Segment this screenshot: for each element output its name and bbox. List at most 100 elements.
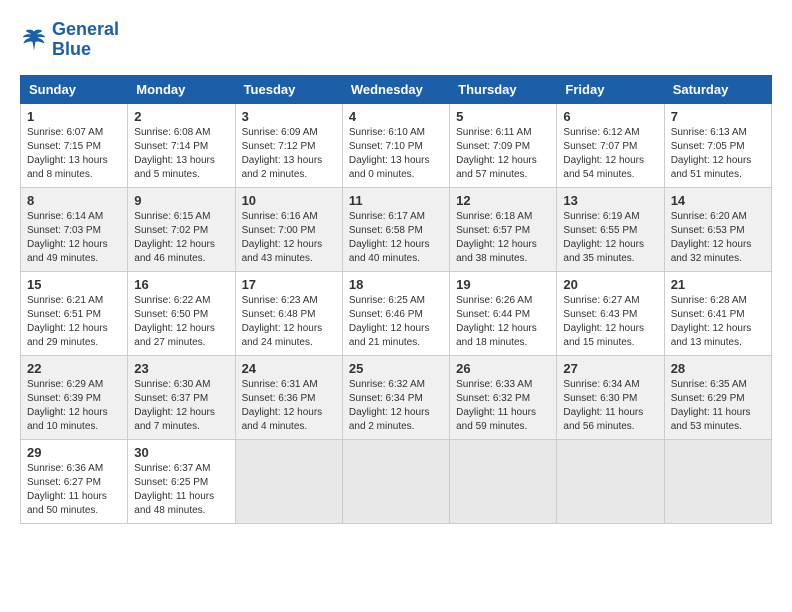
calendar-cell: 7 Sunrise: 6:13 AMSunset: 7:05 PMDaylight…: [664, 103, 771, 187]
calendar-cell: [235, 439, 342, 523]
day-number: 7: [671, 109, 765, 124]
day-number: 5: [456, 109, 550, 124]
calendar-cell: 15 Sunrise: 6:21 AMSunset: 6:51 PMDayligh…: [21, 271, 128, 355]
calendar-cell: 3Sunrise: 6:09 AMSunset: 7:12 PMDaylight…: [235, 103, 342, 187]
calendar-cell: 23 Sunrise: 6:30 AMSunset: 6:37 PMDayligh…: [128, 355, 235, 439]
weekday-header-monday: Monday: [128, 75, 235, 103]
day-number: 14: [671, 193, 765, 208]
week-row-3: 15 Sunrise: 6:21 AMSunset: 6:51 PMDayligh…: [21, 271, 772, 355]
day-number: 22: [27, 361, 121, 376]
day-info: Sunrise: 6:08 AMSunset: 7:14 PMDaylight:…: [134, 126, 228, 182]
calendar-cell: 30 Sunrise: 6:37 AMSunset: 6:25 PMDayligh…: [128, 439, 235, 523]
calendar-cell: 13 Sunrise: 6:19 AMSunset: 6:55 PMDayligh…: [557, 187, 664, 271]
week-row-5: 29 Sunrise: 6:36 AMSunset: 6:27 PMDayligh…: [21, 439, 772, 523]
day-number: 29: [27, 445, 121, 460]
day-info: Sunrise: 6:14 AMSunset: 7:03 PMDaylight:…: [27, 210, 121, 266]
day-number: 2: [134, 109, 228, 124]
day-info: Sunrise: 6:36 AMSunset: 6:27 PMDaylight:…: [27, 462, 121, 518]
day-info: Sunrise: 6:26 AMSunset: 6:44 PMDaylight:…: [456, 294, 550, 350]
day-info: Sunrise: 6:12 AMSunset: 7:07 PMDaylight:…: [563, 126, 657, 182]
day-number: 28: [671, 361, 765, 376]
day-info: Sunrise: 6:19 AMSunset: 6:55 PMDaylight:…: [563, 210, 657, 266]
calendar-cell: [450, 439, 557, 523]
calendar-cell: 11 Sunrise: 6:17 AMSunset: 6:58 PMDayligh…: [342, 187, 449, 271]
calendar-cell: 29 Sunrise: 6:36 AMSunset: 6:27 PMDayligh…: [21, 439, 128, 523]
logo-text: General Blue: [52, 20, 119, 60]
day-info: Sunrise: 6:11 AMSunset: 7:09 PMDaylight:…: [456, 126, 550, 182]
day-number: 4: [349, 109, 443, 124]
day-number: 16: [134, 277, 228, 292]
week-row-2: 8 Sunrise: 6:14 AMSunset: 7:03 PMDaylight…: [21, 187, 772, 271]
day-info: Sunrise: 6:21 AMSunset: 6:51 PMDaylight:…: [27, 294, 121, 350]
day-number: 20: [563, 277, 657, 292]
calendar-cell: 8 Sunrise: 6:14 AMSunset: 7:03 PMDaylight…: [21, 187, 128, 271]
calendar-cell: 2 Sunrise: 6:08 AMSunset: 7:14 PMDaylight…: [128, 103, 235, 187]
day-info: Sunrise: 6:37 AMSunset: 6:25 PMDaylight:…: [134, 462, 228, 518]
day-info: Sunrise: 6:13 AMSunset: 7:05 PMDaylight:…: [671, 126, 765, 182]
day-number: 15: [27, 277, 121, 292]
logo: General Blue: [20, 20, 119, 60]
day-info: Sunrise: 6:28 AMSunset: 6:41 PMDaylight:…: [671, 294, 765, 350]
week-row-4: 22 Sunrise: 6:29 AMSunset: 6:39 PMDayligh…: [21, 355, 772, 439]
day-info: Sunrise: 6:30 AMSunset: 6:37 PMDaylight:…: [134, 378, 228, 434]
day-number: 13: [563, 193, 657, 208]
day-number: 8: [27, 193, 121, 208]
day-number: 10: [242, 193, 336, 208]
day-info: Sunrise: 6:10 AMSunset: 7:10 PMDaylight:…: [349, 126, 443, 182]
day-number: 9: [134, 193, 228, 208]
day-number: 21: [671, 277, 765, 292]
calendar-cell: [557, 439, 664, 523]
week-row-1: 1Sunrise: 6:07 AMSunset: 7:15 PMDaylight…: [21, 103, 772, 187]
weekday-header-wednesday: Wednesday: [342, 75, 449, 103]
weekday-header-row: SundayMondayTuesdayWednesdayThursdayFrid…: [21, 75, 772, 103]
day-number: 19: [456, 277, 550, 292]
calendar-cell: 20 Sunrise: 6:27 AMSunset: 6:43 PMDayligh…: [557, 271, 664, 355]
header: General Blue: [20, 20, 772, 60]
calendar-cell: 4 Sunrise: 6:10 AMSunset: 7:10 PMDaylight…: [342, 103, 449, 187]
day-info: Sunrise: 6:15 AMSunset: 7:02 PMDaylight:…: [134, 210, 228, 266]
logo-icon: [20, 26, 48, 54]
day-number: 23: [134, 361, 228, 376]
day-info: Sunrise: 6:16 AMSunset: 7:00 PMDaylight:…: [242, 210, 336, 266]
calendar-cell: 5 Sunrise: 6:11 AMSunset: 7:09 PMDaylight…: [450, 103, 557, 187]
calendar-cell: 18Sunrise: 6:25 AMSunset: 6:46 PMDayligh…: [342, 271, 449, 355]
weekday-header-tuesday: Tuesday: [235, 75, 342, 103]
calendar-cell: 26 Sunrise: 6:33 AMSunset: 6:32 PMDayligh…: [450, 355, 557, 439]
day-info: Sunrise: 6:34 AMSunset: 6:30 PMDaylight:…: [563, 378, 657, 434]
weekday-header-saturday: Saturday: [664, 75, 771, 103]
day-info: Sunrise: 6:17 AMSunset: 6:58 PMDaylight:…: [349, 210, 443, 266]
calendar-cell: 6 Sunrise: 6:12 AMSunset: 7:07 PMDaylight…: [557, 103, 664, 187]
day-info: Sunrise: 6:18 AMSunset: 6:57 PMDaylight:…: [456, 210, 550, 266]
day-number: 11: [349, 193, 443, 208]
day-info: Sunrise: 6:07 AMSunset: 7:15 PMDaylight:…: [27, 126, 121, 182]
calendar-cell: 14 Sunrise: 6:20 AMSunset: 6:53 PMDayligh…: [664, 187, 771, 271]
day-info: Sunrise: 6:23 AMSunset: 6:48 PMDaylight:…: [242, 294, 336, 350]
weekday-header-friday: Friday: [557, 75, 664, 103]
day-info: Sunrise: 6:20 AMSunset: 6:53 PMDaylight:…: [671, 210, 765, 266]
calendar-cell: 19 Sunrise: 6:26 AMSunset: 6:44 PMDayligh…: [450, 271, 557, 355]
calendar-cell: 16 Sunrise: 6:22 AMSunset: 6:50 PMDayligh…: [128, 271, 235, 355]
calendar-cell: 10 Sunrise: 6:16 AMSunset: 7:00 PMDayligh…: [235, 187, 342, 271]
day-info: Sunrise: 6:33 AMSunset: 6:32 PMDaylight:…: [456, 378, 550, 434]
day-info: Sunrise: 6:35 AMSunset: 6:29 PMDaylight:…: [671, 378, 765, 434]
day-info: Sunrise: 6:25 AMSunset: 6:46 PMDaylight:…: [349, 294, 443, 350]
calendar-cell: 22 Sunrise: 6:29 AMSunset: 6:39 PMDayligh…: [21, 355, 128, 439]
day-info: Sunrise: 6:27 AMSunset: 6:43 PMDaylight:…: [563, 294, 657, 350]
day-info: Sunrise: 6:22 AMSunset: 6:50 PMDaylight:…: [134, 294, 228, 350]
day-info: Sunrise: 6:31 AMSunset: 6:36 PMDaylight:…: [242, 378, 336, 434]
calendar-cell: 28 Sunrise: 6:35 AMSunset: 6:29 PMDayligh…: [664, 355, 771, 439]
day-info: Sunrise: 6:09 AMSunset: 7:12 PMDaylight:…: [242, 126, 336, 182]
day-number: 17: [242, 277, 336, 292]
calendar-cell: 17 Sunrise: 6:23 AMSunset: 6:48 PMDayligh…: [235, 271, 342, 355]
day-info: Sunrise: 6:29 AMSunset: 6:39 PMDaylight:…: [27, 378, 121, 434]
day-number: 6: [563, 109, 657, 124]
day-number: 25: [349, 361, 443, 376]
calendar-cell: [342, 439, 449, 523]
day-number: 30: [134, 445, 228, 460]
day-number: 26: [456, 361, 550, 376]
weekday-header-thursday: Thursday: [450, 75, 557, 103]
weekday-header-sunday: Sunday: [21, 75, 128, 103]
calendar-cell: 25Sunrise: 6:32 AMSunset: 6:34 PMDayligh…: [342, 355, 449, 439]
calendar-cell: 24Sunrise: 6:31 AMSunset: 6:36 PMDayligh…: [235, 355, 342, 439]
calendar: SundayMondayTuesdayWednesdayThursdayFrid…: [20, 75, 772, 524]
